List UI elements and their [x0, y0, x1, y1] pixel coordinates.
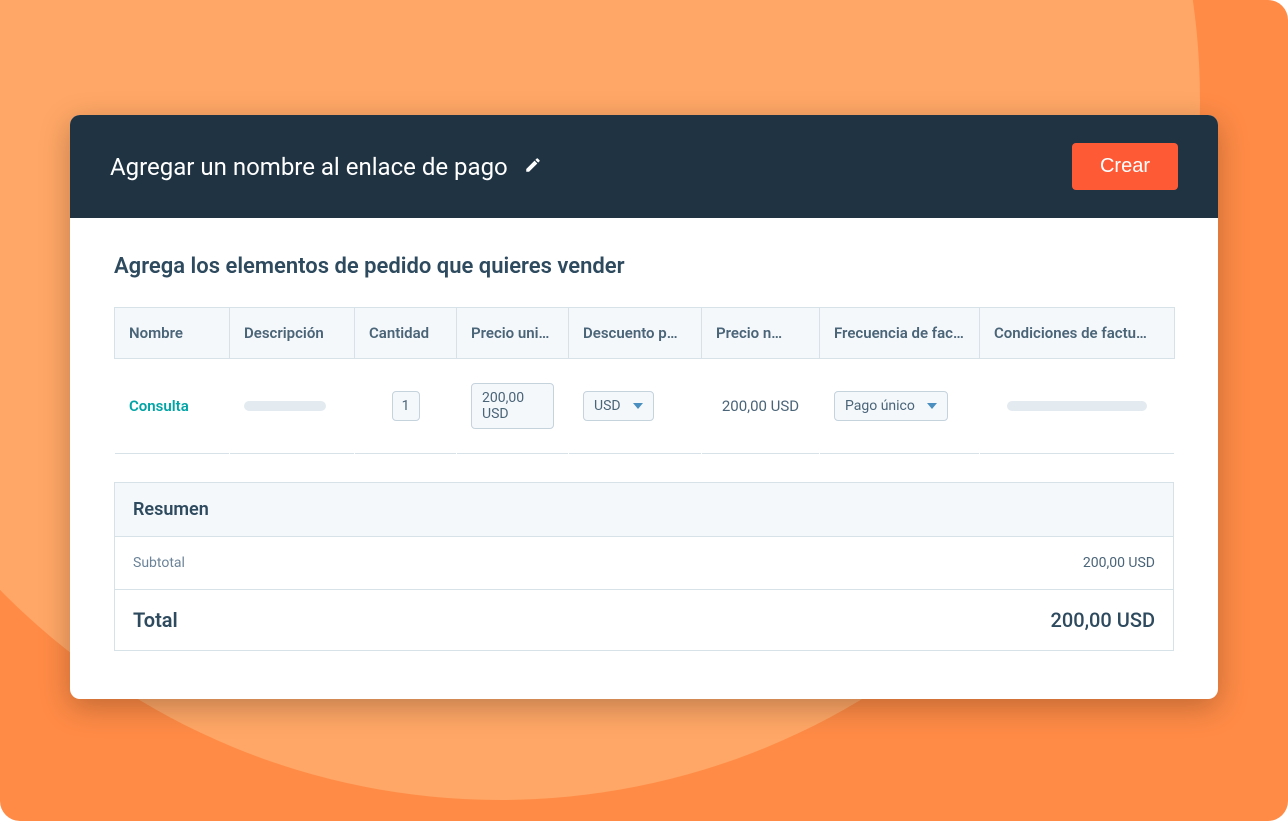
create-button[interactable]: Crear	[1072, 143, 1178, 190]
table-row: Consulta 1 200,00 USD	[115, 359, 1175, 454]
subtotal-value: 200,00 USD	[1083, 555, 1155, 571]
col-header-discount: Descuento p…	[569, 308, 702, 359]
discount-currency-select[interactable]: USD	[583, 391, 654, 421]
section-heading: Agrega los elementos de pedido que quier…	[114, 254, 1174, 279]
title-group: Agregar un nombre al enlace de pago	[110, 153, 542, 181]
summary-title: Resumen	[115, 483, 1173, 537]
col-header-net-price: Precio n…	[702, 308, 820, 359]
col-header-description: Descripción	[230, 308, 355, 359]
col-header-unit-price: Precio unit…	[457, 308, 569, 359]
chevron-down-icon	[633, 403, 643, 409]
billing-frequency-select[interactable]: Pago único	[834, 391, 948, 421]
page-title: Agregar un nombre al enlace de pago	[110, 153, 508, 181]
line-item-name-link[interactable]: Consulta	[129, 397, 189, 415]
summary-total-row: Total 200,00 USD	[115, 590, 1173, 650]
quantity-input[interactable]: 1	[392, 391, 420, 421]
subtotal-label: Subtotal	[133, 555, 185, 571]
net-price-value: 200,00 USD	[722, 397, 799, 415]
billing-terms-placeholder	[1007, 401, 1147, 411]
payment-link-card: Agregar un nombre al enlace de pago Crea…	[70, 115, 1218, 699]
discount-currency-value: USD	[594, 398, 621, 414]
card-body: Agrega los elementos de pedido que quier…	[70, 218, 1218, 699]
col-header-billing-frequency: Frecuencia de fact…	[820, 308, 980, 359]
total-label: Total	[133, 608, 178, 632]
unit-price-input[interactable]: 200,00 USD	[471, 383, 554, 429]
chevron-down-icon	[927, 403, 937, 409]
line-items-table: Nombre Descripción Cantidad Precio unit……	[114, 307, 1175, 454]
description-placeholder	[244, 401, 326, 411]
col-header-name: Nombre	[115, 308, 230, 359]
quantity-value: 1	[402, 398, 410, 414]
unit-price-value: 200,00 USD	[482, 390, 543, 422]
col-header-quantity: Cantidad	[355, 308, 457, 359]
card-header: Agregar un nombre al enlace de pago Crea…	[70, 115, 1218, 218]
summary-subtotal-row: Subtotal 200,00 USD	[115, 537, 1173, 590]
total-value: 200,00 USD	[1050, 608, 1155, 632]
edit-icon[interactable]	[524, 156, 542, 178]
summary-panel: Resumen Subtotal 200,00 USD Total 200,00…	[114, 482, 1174, 651]
col-header-billing-terms: Condiciones de factu…	[980, 308, 1175, 359]
billing-frequency-value: Pago único	[845, 398, 915, 414]
